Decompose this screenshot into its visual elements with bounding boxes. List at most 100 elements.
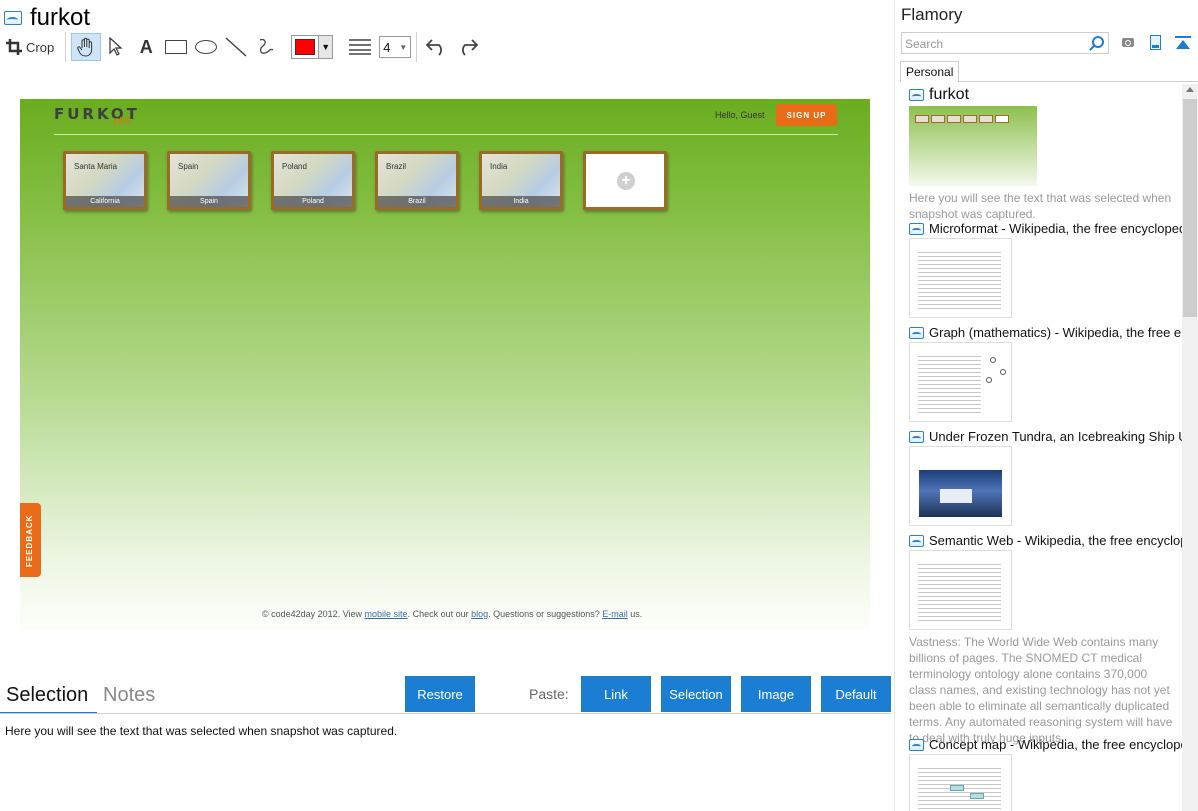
crop-label: Crop bbox=[26, 39, 55, 55]
trip-card: Brazil Brazil bbox=[375, 151, 459, 210]
search-icon[interactable] bbox=[1092, 36, 1104, 48]
line-width-button[interactable] bbox=[345, 33, 375, 61]
map-label: Brazil bbox=[386, 162, 407, 171]
freehand-tool-button[interactable] bbox=[251, 33, 281, 61]
thumbnail-ship bbox=[940, 489, 972, 503]
line-width-value: 4 bbox=[383, 39, 391, 55]
thumbnail-mark bbox=[1000, 369, 1006, 375]
crop-button[interactable]: Crop bbox=[4, 33, 60, 61]
rectangle-icon bbox=[165, 40, 188, 54]
list-item[interactable]: Concept map - Wikipedia, the free encycl… bbox=[909, 737, 1182, 811]
item-title: Concept map - Wikipedia, the free encycl… bbox=[929, 737, 1182, 752]
tab-notes[interactable]: Notes bbox=[103, 684, 155, 707]
undo-icon bbox=[426, 39, 443, 56]
restore-button[interactable]: Restore bbox=[405, 676, 475, 712]
paste-link-button[interactable]: Link bbox=[581, 676, 651, 712]
tab-selection[interactable]: Selection bbox=[6, 684, 88, 707]
camera-icon[interactable] bbox=[1122, 38, 1134, 47]
title-bar: furkot bbox=[4, 2, 90, 34]
drawing-toolbar: Crop A ▼ 4 ▼ bbox=[4, 32, 884, 62]
feedback-label: FEEDBACK bbox=[25, 514, 34, 567]
thumbnail-mark bbox=[979, 115, 993, 123]
footer-prefix: © code42day 2012. View bbox=[262, 609, 365, 619]
list-item[interactable]: Microformat - Wikipedia, the free encycl… bbox=[909, 221, 1182, 318]
snapshot-viewer: furkot Crop A ▼ 4 ▼ FURKOT plus Hello, G… bbox=[0, 0, 895, 811]
trip-card: Santa Maria California bbox=[63, 151, 147, 210]
paste-selection-button[interactable]: Selection bbox=[661, 676, 731, 712]
list-item[interactable]: Graph (mathematics) - Wikipedia, the fre… bbox=[909, 325, 1182, 422]
line-width-select[interactable]: 4 ▼ bbox=[379, 36, 412, 58]
toolbar-separator bbox=[416, 32, 418, 62]
rectangle-tool-button[interactable] bbox=[161, 33, 191, 61]
item-title-row: Microformat - Wikipedia, the free encycl… bbox=[909, 221, 1182, 236]
item-title-row: furkot bbox=[909, 86, 1182, 104]
paste-label: Paste: bbox=[529, 686, 569, 702]
snapshot-icon bbox=[909, 326, 924, 339]
blog-link: blog bbox=[471, 609, 489, 619]
trip-caption: Spain bbox=[170, 196, 248, 207]
footer-suffix: us. bbox=[627, 609, 643, 619]
trip-caption: India bbox=[482, 196, 560, 207]
text-tool-button[interactable]: A bbox=[131, 33, 161, 61]
tabs-divider bbox=[0, 713, 891, 714]
sidebar-scrollbar[interactable] bbox=[1182, 84, 1198, 811]
color-picker[interactable]: ▼ bbox=[291, 35, 334, 59]
list-item[interactable]: Under Frozen Tundra, an Icebreaking Ship… bbox=[909, 429, 1182, 526]
trip-card: Poland Poland bbox=[271, 151, 355, 210]
hand-tool-button[interactable] bbox=[71, 33, 102, 61]
footer-mid2: . Questions or suggestions? bbox=[488, 609, 603, 619]
list-item[interactable]: Semantic Web - Wikipedia, the free encyc… bbox=[909, 533, 1182, 746]
document-icon[interactable] bbox=[1150, 35, 1161, 50]
ellipse-tool-button[interactable] bbox=[191, 33, 221, 61]
item-title-row: Under Frozen Tundra, an Icebreaking Ship… bbox=[909, 429, 1182, 444]
thumbnail-mark bbox=[915, 115, 929, 123]
email-link: E-mail bbox=[602, 609, 628, 619]
item-thumbnail bbox=[909, 550, 1012, 630]
snapshot-icon bbox=[4, 11, 22, 25]
pointer-tool-button[interactable] bbox=[101, 33, 131, 61]
feedback-tab: FEEDBACK bbox=[20, 503, 41, 577]
item-thumbnail bbox=[909, 106, 1037, 186]
snapshot-image[interactable]: FURKOT plus Hello, Guest SIGN UP Santa M… bbox=[20, 99, 870, 630]
furkot-logo-plus: plus bbox=[114, 115, 131, 125]
snapshot-icon bbox=[909, 534, 924, 547]
item-title-row: Concept map - Wikipedia, the free encycl… bbox=[909, 737, 1182, 752]
thumbnail-mark bbox=[963, 115, 977, 123]
divider bbox=[54, 134, 838, 135]
selection-text[interactable]: Here you will see the text that was sele… bbox=[5, 724, 397, 738]
toolbar-separator bbox=[65, 32, 67, 62]
redo-icon bbox=[462, 39, 479, 56]
thumbnail-text-lines bbox=[918, 353, 981, 415]
trip-list: Santa Maria California Spain Spain Poland P… bbox=[63, 151, 667, 210]
ellipse-icon bbox=[195, 40, 218, 54]
move-to-top-icon[interactable] bbox=[1175, 36, 1191, 50]
signup-button: SIGN UP bbox=[776, 104, 837, 126]
plus-icon: + bbox=[617, 172, 635, 190]
list-item[interactable]: furkot Here you will see the text that w… bbox=[909, 86, 1182, 222]
add-trip-card: + bbox=[583, 151, 667, 210]
tab-personal[interactable]: Personal bbox=[900, 61, 959, 82]
redo-button[interactable] bbox=[452, 33, 482, 61]
thumbnail-text-lines bbox=[918, 561, 1001, 623]
item-thumbnail bbox=[909, 754, 1012, 811]
paste-default-button[interactable]: Default bbox=[821, 676, 891, 712]
tab-divider bbox=[959, 81, 1198, 82]
trip-caption: Poland bbox=[274, 196, 352, 207]
thumbnail-mark bbox=[931, 115, 945, 123]
map-label: Poland bbox=[282, 162, 307, 171]
item-title: furkot bbox=[929, 86, 970, 103]
item-thumbnail bbox=[909, 342, 1012, 422]
paste-image-button[interactable]: Image bbox=[741, 676, 811, 712]
search-placeholder: Search bbox=[905, 37, 944, 51]
scrollbar-thumb[interactable] bbox=[1183, 99, 1197, 317]
cursor-icon bbox=[109, 37, 123, 56]
trip-card: India India bbox=[479, 151, 563, 210]
line-icon bbox=[225, 37, 247, 57]
item-description: Vastness: The World Wide Web contains ma… bbox=[909, 635, 1173, 745]
item-title: Microformat - Wikipedia, the free encycl… bbox=[929, 221, 1182, 236]
search-input[interactable]: Search bbox=[901, 32, 1109, 54]
thumbnail-text-lines bbox=[918, 249, 1001, 311]
line-tool-button[interactable] bbox=[221, 33, 251, 61]
undo-button[interactable] bbox=[422, 33, 452, 61]
scroll-up-icon[interactable] bbox=[1186, 87, 1194, 92]
